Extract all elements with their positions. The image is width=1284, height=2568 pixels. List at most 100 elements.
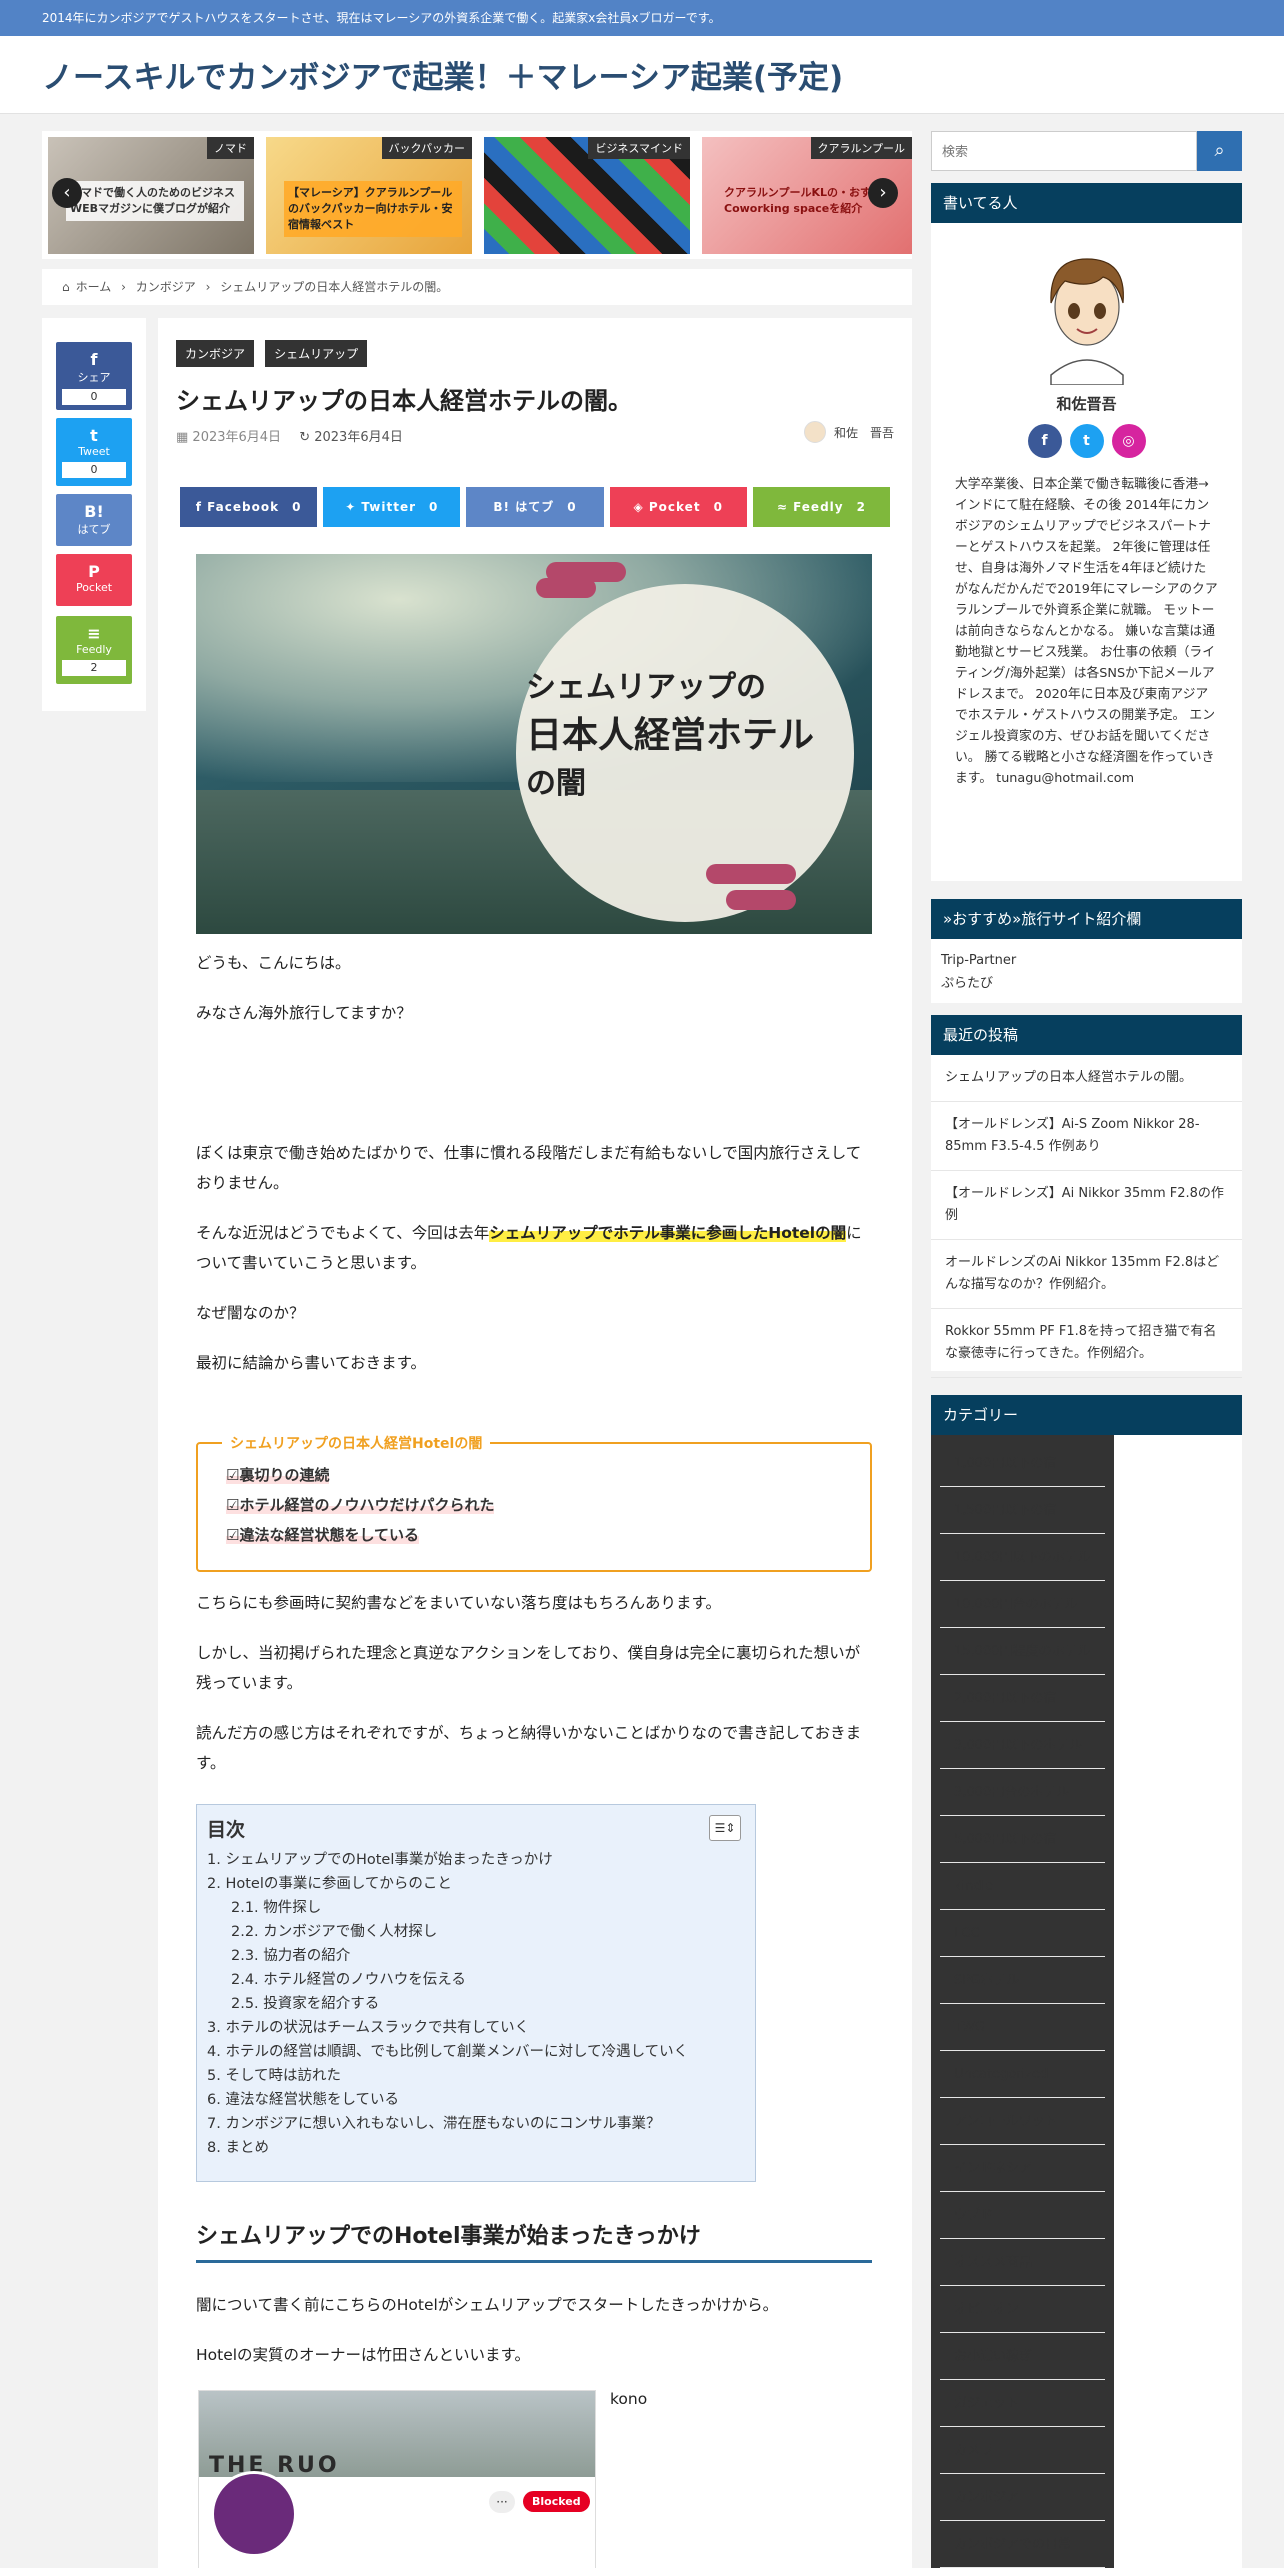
- home-icon: ⌂: [62, 280, 70, 294]
- twitter-share-button[interactable]: t Tweet 0: [56, 418, 132, 486]
- toc-item[interactable]: 4. ホテルの経営は順調、でも比例して創業メンバーに対して冷遇していく: [207, 2040, 745, 2064]
- category-tag[interactable]: カンボジア: [176, 340, 255, 367]
- post-dates: ▦ 2023年6月4日 ↻ 2023年6月4日: [176, 426, 403, 445]
- twitter-icon: ✦: [345, 500, 362, 514]
- toc-item[interactable]: 2.1. 物件探し: [207, 1896, 745, 1920]
- embed-photo: THE RUO: [199, 2391, 595, 2481]
- feedly-share-button[interactable]: ≈ Feedly 2: [752, 487, 891, 527]
- toc-item[interactable]: 2.3. 協力者の紹介: [207, 1944, 745, 1968]
- category-link[interactable]: 3,000円以下のホテル: [940, 1722, 1105, 1769]
- feedly-icon: ≡: [87, 624, 101, 643]
- paragraph: 最初に結論から書いておきます。: [196, 1354, 427, 1372]
- category-link[interactable]: Uncategorized: [940, 2051, 1105, 2098]
- recent-post-link[interactable]: 【オールドレンズ】Ai Nikkor 35mm F2.8の作例: [931, 1171, 1242, 1240]
- category-link[interactable]: LCC: [940, 1910, 1105, 1957]
- toc-item[interactable]: 2. Hotelの事業に参画してからのこと: [207, 1872, 745, 1896]
- facebook-share-button[interactable]: f Facebook 0: [180, 487, 318, 527]
- article-categories: カンボジア シェムリアップ: [176, 340, 373, 367]
- category-link[interactable]: 1,000円以下の宿: [940, 1440, 1105, 1487]
- toc-item[interactable]: 8. まとめ: [207, 2136, 745, 2160]
- search-input[interactable]: [931, 131, 1197, 171]
- category-link[interactable]: カメラ: [940, 2427, 1105, 2474]
- category-link[interactable]: 1,500円以下の宿: [940, 1487, 1105, 1534]
- toc-item[interactable]: 2.4. ホテル経営のノウハウを伝える: [207, 1968, 745, 1992]
- category-link[interactable]: 2,000円以下の宿: [940, 1675, 1105, 1722]
- twitter-icon: t: [90, 426, 98, 445]
- category-link[interactable]: ウブド: [940, 2192, 1105, 2239]
- twitter-icon[interactable]: t: [1069, 424, 1104, 458]
- toc-item[interactable]: 1. シェムリアップでのHotel事業が始まったきっかけ: [207, 1848, 745, 1872]
- featured-slider[interactable]: ノマド ノマドで働く人のためのビジネスWEBマガジンに僕ブログが紹介 バックパッ…: [42, 131, 912, 259]
- table-of-contents: 目次 ☰⇕ 1. シェムリアップでのHotel事業が始まったきっかけ 2. Hot…: [196, 1804, 756, 2182]
- pocket-icon: ◈: [633, 500, 649, 514]
- slide-3[interactable]: ビジネスマインド: [484, 137, 690, 254]
- more-options-icon[interactable]: ···: [489, 2491, 515, 2513]
- article: カンボジア シェムリアップ シェムリアップの日本人経営ホテルの闇。 ▦ 2023…: [158, 318, 912, 2568]
- category-link[interactable]: 10,000円以下のホテル: [940, 1534, 1105, 1581]
- category-link[interactable]: ガジェット: [940, 2380, 1105, 2427]
- toc-item[interactable]: 2.5. 投資家を紹介する: [207, 1992, 745, 2016]
- refresh-icon: ↻: [299, 430, 315, 445]
- facebook-share-button[interactable]: f シェア 0: [56, 342, 132, 410]
- category-tag[interactable]: シェムリアップ: [265, 340, 368, 367]
- search-icon[interactable]: ⌕: [1197, 131, 1242, 171]
- site-title[interactable]: ノースキルでカンボジアで起業！＋マレーシア起業(予定): [42, 52, 843, 97]
- chevron-right-icon: ›: [121, 280, 126, 294]
- feedly-share-button[interactable]: ≡ Feedly 2: [56, 616, 132, 684]
- pocket-share-button[interactable]: P Pocket: [56, 554, 132, 606]
- recent-post-link[interactable]: 【オールドレンズ】Ai-S Zoom Nikkor 28-85mm F3.5-4…: [931, 1102, 1242, 1171]
- category-link[interactable]: 3,000円台のホテル: [940, 1769, 1105, 1816]
- category-link[interactable]: kindle: [940, 1863, 1105, 1910]
- chevron-right-icon: ›: [205, 280, 211, 294]
- summary-item: ☑ホテル経営のノウハウだけパクられた: [226, 1496, 495, 1514]
- author-info[interactable]: 和佐 晋吾: [803, 421, 894, 443]
- category-link[interactable]: オピニオン: [940, 2286, 1105, 2333]
- category-link[interactable]: オススメ商品: [940, 2239, 1105, 2286]
- paragraph: kono: [610, 2390, 648, 2408]
- category-link[interactable]: 15,000円程度のホテル: [940, 1628, 1105, 1675]
- paragraph: 闇について書く前にこちらのHotelがシェムリアップでスタートしたきっかけから。: [196, 2296, 779, 2314]
- hatena-share-button[interactable]: B! はてブ: [56, 494, 132, 546]
- category-link[interactable]: 10,000円台のホテル: [940, 1581, 1105, 1628]
- toc-item[interactable]: 6. 違法な経営状態をしている: [207, 2088, 745, 2112]
- summary-box-title: シェムリアップの日本人経営Hotelの闇: [222, 1433, 491, 1453]
- category-link[interactable]: カンボジアでの日常: [940, 2521, 1105, 2568]
- paragraph: こちらにも参画時に契約書などをまいていない落ち度はもちろんあります。: [196, 1594, 721, 1612]
- toc-item[interactable]: 3. ホテルの状況はチームスラックで共有していく: [207, 2016, 745, 2040]
- link[interactable]: ぷらたび: [941, 972, 1232, 995]
- toc-item[interactable]: 2.2. カンボジアで働く人材探し: [207, 1920, 745, 1944]
- share-buttons: f Facebook 0 ✦ Twitter 0 B! はてブ 0 ◈ Pock…: [180, 487, 891, 527]
- category-link[interactable]: TWG: [940, 2004, 1105, 2051]
- paragraph: なぜ闇なのか？: [196, 1304, 305, 1322]
- blocked-badge[interactable]: Blocked: [523, 2491, 590, 2512]
- breadcrumb-home[interactable]: ホーム: [76, 280, 112, 294]
- embedded-pin[interactable]: THE RUO ··· Blocked: [198, 2390, 596, 2568]
- category-link[interactable]: SPGホテル: [940, 1957, 1105, 2004]
- category-link[interactable]: お小遣い稼ぎ: [940, 2333, 1105, 2380]
- category-link[interactable]: インドネシア: [940, 2145, 1105, 2192]
- highlight-text: シェムリアップでホテル事業に参画したHotelの闇: [489, 1224, 847, 1242]
- category-link[interactable]: 5,000円以下の宿: [940, 1816, 1105, 1863]
- hatena-share-button[interactable]: B! はてブ 0: [466, 487, 604, 527]
- recent-post-link[interactable]: Rokkor 55mm PF F1.8を持って招き猫で有名な豪徳寺に行ってきた。…: [931, 1309, 1242, 1378]
- category-link[interactable]: カンボジア: [940, 2474, 1105, 2521]
- pocket-share-button[interactable]: ◈ Pocket 0: [609, 487, 747, 527]
- recent-post-link[interactable]: オールドレンズのAi Nikkor 135mm F2.8はどんな描写なのか？作例…: [931, 1240, 1242, 1309]
- category-link[interactable]: アンコールワット: [940, 2098, 1105, 2145]
- toc-list: 1. シェムリアップでのHotel事業が始まったきっかけ 2. Hotelの事業に…: [207, 1848, 745, 2160]
- widget-header: »おすすめ»旅行サイト紹介欄: [931, 899, 1242, 939]
- toc-toggle-icon[interactable]: ☰⇕: [709, 1815, 741, 1841]
- link[interactable]: Trip-Partner: [941, 949, 1232, 972]
- recent-post-link[interactable]: シェムリアップの日本人経営ホテルの闇。: [931, 1055, 1242, 1102]
- breadcrumb-category[interactable]: カンボジア: [136, 280, 196, 294]
- twitter-share-button[interactable]: ✦ Twitter 0: [323, 487, 461, 527]
- instagram-icon[interactable]: ◎: [1111, 424, 1146, 458]
- toc-item[interactable]: 7. カンボジアに想い入れもないし、滞在歴もないのにコンサル事業？: [207, 2112, 745, 2136]
- facebook-icon[interactable]: f: [1027, 424, 1062, 458]
- slide-2[interactable]: バックパッカー 【マレーシア】クアラルンプールのバックパッカー向けホテル・安宿情…: [266, 137, 472, 254]
- slide-tag: ノマド: [207, 137, 254, 159]
- article-body-2: こちらにも参画時に契約書などをまいていない落ち度はもちろんあります。 しかし、当…: [196, 1588, 872, 1798]
- chevron-left-icon[interactable]: ‹: [52, 178, 82, 208]
- chevron-right-icon[interactable]: ›: [868, 178, 898, 208]
- toc-item[interactable]: 5. そして時は訪れた: [207, 2064, 745, 2088]
